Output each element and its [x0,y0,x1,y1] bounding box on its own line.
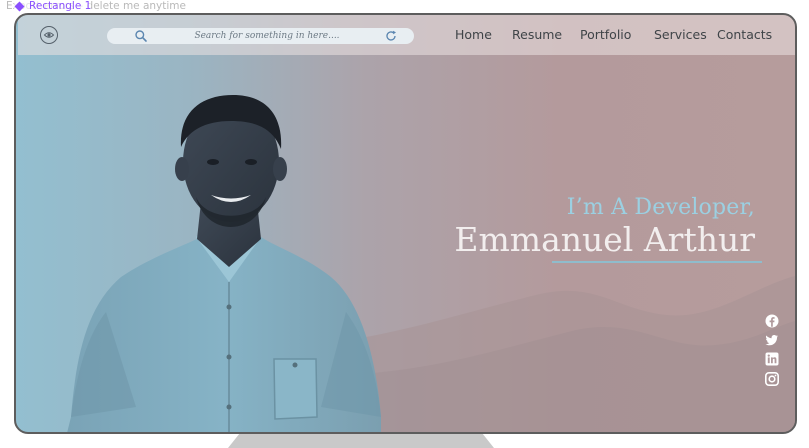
profile-photo [67,95,381,432]
hero-underline [552,261,762,263]
component-icon [14,1,25,12]
search-icon[interactable] [134,29,148,43]
logo-icon[interactable] [40,26,58,44]
layer-label[interactable]: Rectangle 1 [14,0,92,13]
hero-name: Emmanuel Arthur [454,220,755,259]
hero-subtitle: I’m A Developer, [566,195,755,220]
instagram-icon[interactable] [765,372,779,386]
nav-resume[interactable]: Resume [512,27,562,42]
nav-portfolio[interactable]: Portfolio [580,27,631,42]
search-bar [107,28,414,44]
refresh-icon[interactable] [384,29,398,43]
twitter-icon[interactable] [765,333,779,347]
navbar: Home Resume Portfolio Services Contacts [18,15,795,55]
nav-home[interactable]: Home [455,27,492,42]
search-input[interactable] [157,28,377,44]
nav-contacts[interactable]: Contacts [717,27,772,42]
layer-label-text: Rectangle 1 [29,0,92,12]
linkedin-icon[interactable] [765,352,779,366]
portfolio-frame: Home Resume Portfolio Services Contacts [14,13,797,434]
nav-services[interactable]: Services [654,27,707,42]
facebook-icon[interactable] [765,314,779,328]
